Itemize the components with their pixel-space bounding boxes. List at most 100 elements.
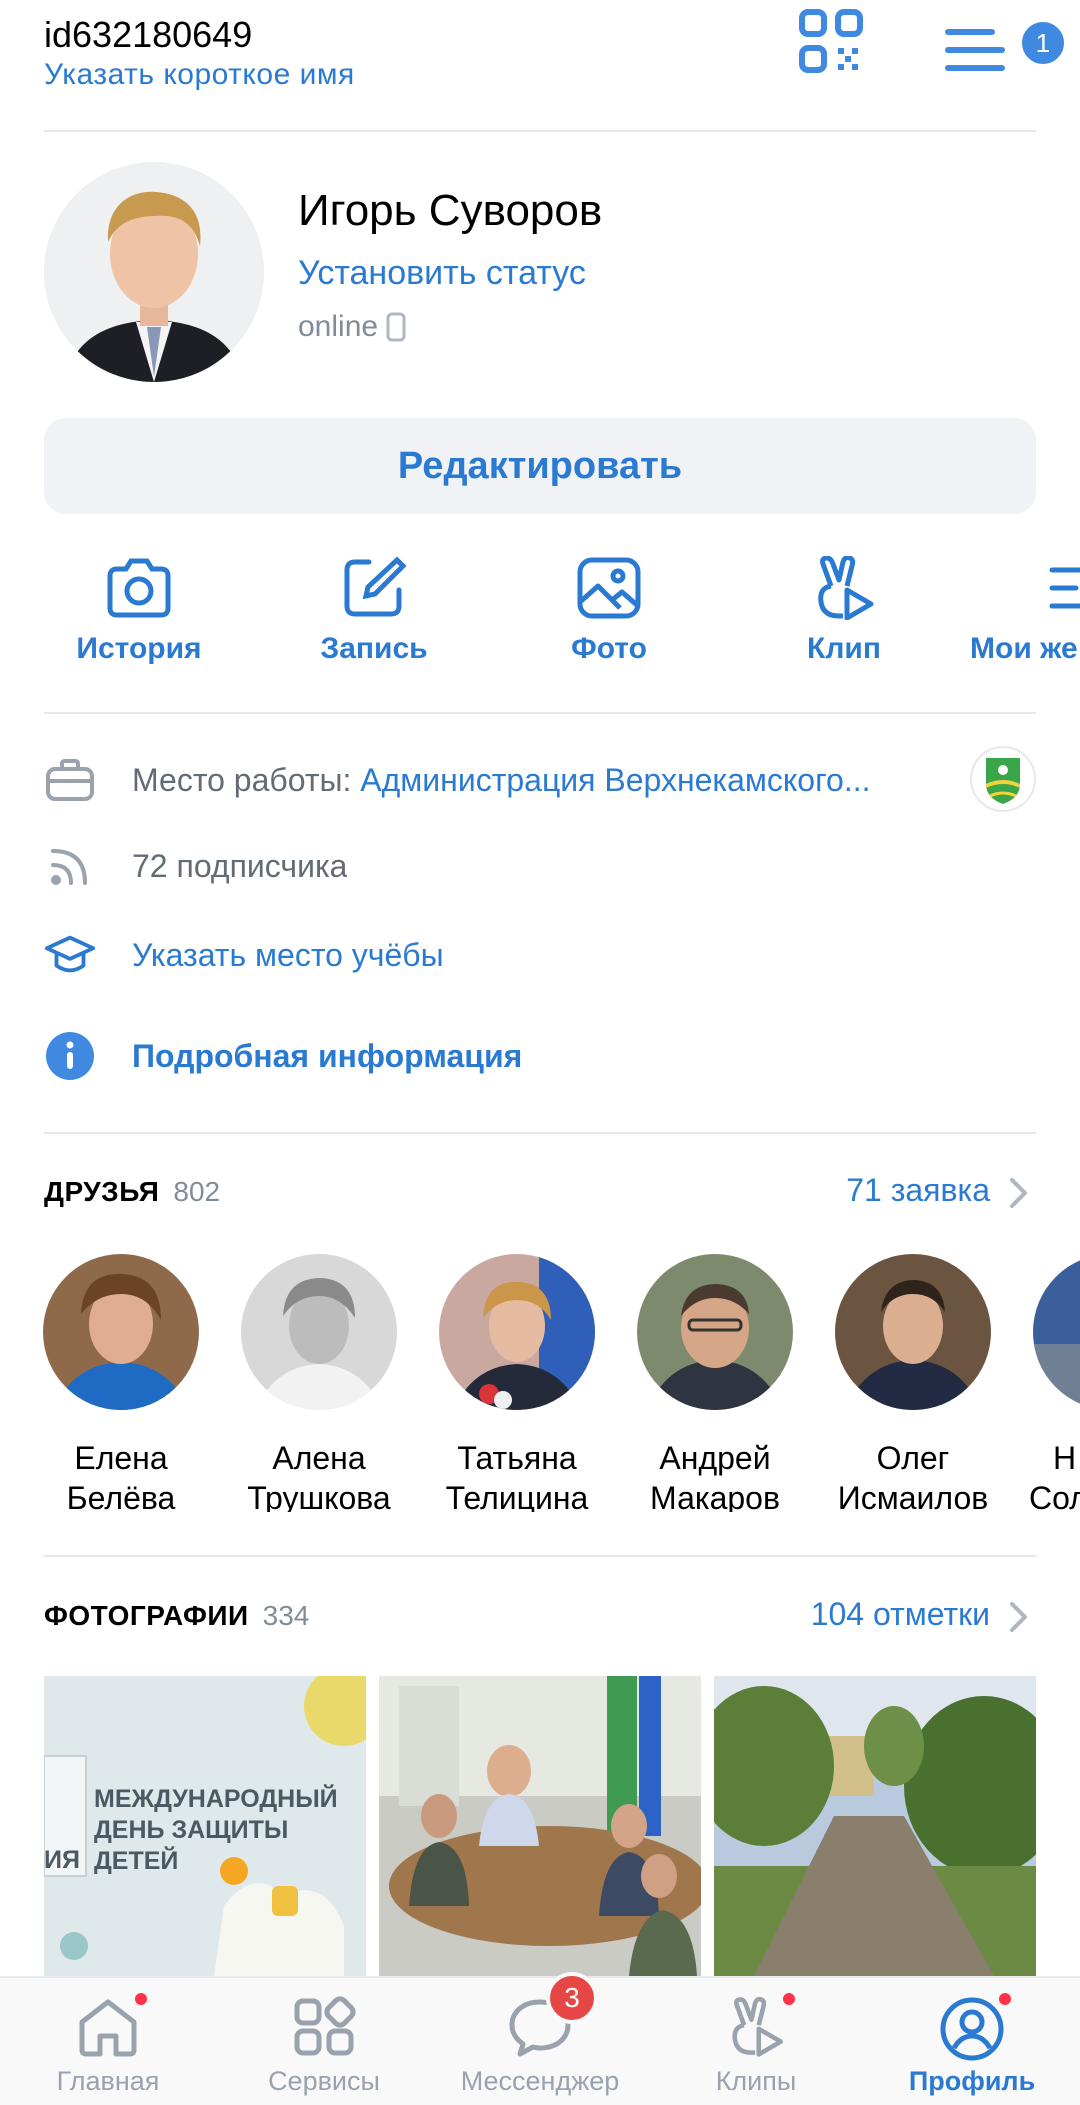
tab-messenger[interactable]: Мессенджер 3 <box>432 1972 648 2105</box>
notification-dot <box>132 1990 150 2008</box>
action-clip[interactable]: Клип <box>744 556 944 686</box>
friend-item[interactable]: Н Сол <box>1021 1252 1080 1512</box>
tab-label: Профиль <box>908 2066 1036 2096</box>
friend-last-name: Белёва <box>66 1480 176 1512</box>
action-label: Мои же <box>970 632 1078 665</box>
short-name-link[interactable]: Указать короткое имя <box>44 58 355 92</box>
photo-caption-line: ДЕНЬ ЗАЩИТЫ <box>94 1816 289 1844</box>
edit-note-icon <box>344 556 407 617</box>
friend-last-name: Макаров <box>650 1480 780 1512</box>
photo-thumbnail[interactable] <box>714 1676 1036 1976</box>
edit-profile-button[interactable]: Редактировать <box>44 418 1036 514</box>
online-text: online <box>298 310 379 343</box>
work-text: Место работы: Администрация Верхнекамско… <box>132 762 871 799</box>
menu-badge: 1 <box>1018 18 1068 68</box>
friend-first-name: Алена <box>272 1440 366 1476</box>
notification-dot <box>780 1990 798 2008</box>
clips-icon <box>732 1996 783 2057</box>
set-status-link[interactable]: Установить статус <box>298 254 586 293</box>
friend-item[interactable]: Татьяна Телицина <box>427 1252 607 1512</box>
mobile-icon <box>386 312 406 342</box>
action-my-likes[interactable]: Мои же <box>970 556 1080 686</box>
friend-avatar <box>43 1254 199 1410</box>
notification-dot <box>996 1990 1014 2008</box>
action-label: История <box>76 632 202 665</box>
friends-count: 802 <box>173 1176 221 1207</box>
work-logo[interactable] <box>970 746 1036 812</box>
followers-row[interactable]: 72 подписчика <box>44 836 1036 896</box>
photo-tags-link[interactable]: 104 отметки <box>811 1596 990 1633</box>
friend-requests-link[interactable]: 71 заявка <box>846 1172 990 1209</box>
friend-avatar <box>241 1254 397 1410</box>
friend-item[interactable]: Елена Белёва <box>31 1252 211 1512</box>
divider <box>44 1555 1036 1557</box>
photo-thumbnail[interactable] <box>379 1676 701 1976</box>
photos-header[interactable]: ФОТОГРАФИИ 334 104 отметки <box>44 1592 1036 1642</box>
tab-services[interactable]: Сервисы <box>216 1978 432 2105</box>
friends-header[interactable]: ДРУЗЬЯ 802 71 заявка <box>44 1168 1036 1218</box>
divider <box>44 1132 1036 1134</box>
friend-first-name: Андрей <box>659 1440 771 1476</box>
friend-last-name: Сол <box>1029 1480 1080 1512</box>
divider <box>44 130 1036 132</box>
tab-profile[interactable]: Профиль <box>864 1978 1080 2105</box>
photos-grid: МЕЖДУНАРОДНЫЙ ДЕНЬ ЗАЩИТЫ ДЕТЕЙ ИЯ <box>44 1676 1036 1976</box>
info-icon <box>44 1030 96 1082</box>
tab-clips[interactable]: Клипы <box>648 1978 864 2105</box>
photo-thumbnail[interactable]: МЕЖДУНАРОДНЫЙ ДЕНЬ ЗАЩИТЫ ДЕТЕЙ ИЯ <box>44 1676 366 1976</box>
services-icon <box>294 1996 356 2056</box>
chevron-right-icon <box>1010 1602 1027 1632</box>
action-label: Клип <box>807 632 881 665</box>
friend-item[interactable]: Олег Исмаилов <box>823 1252 1003 1512</box>
friend-last-name: Трушкова <box>247 1480 391 1512</box>
profile-name: Игорь Суворов <box>298 186 603 235</box>
education-row[interactable]: Указать место учёбы <box>44 925 1036 985</box>
list-icon <box>1049 567 1080 609</box>
photos-title-text: ФОТОГРАФИИ <box>44 1600 249 1631</box>
friend-last-name: Телицина <box>445 1480 589 1512</box>
friend-avatar <box>637 1254 793 1410</box>
online-status: online <box>298 310 406 344</box>
work-row[interactable]: Место работы: Администрация Верхнекамско… <box>44 746 1036 812</box>
details-link[interactable]: Подробная информация <box>132 1038 522 1075</box>
action-story[interactable]: История <box>39 556 239 686</box>
quick-actions: История Запись Фото Клип Мои же <box>0 556 1080 686</box>
friend-avatar <box>439 1254 595 1410</box>
friend-avatar <box>835 1254 991 1410</box>
education-link[interactable]: Указать место учёбы <box>132 937 444 974</box>
qr-code-icon[interactable] <box>798 8 864 74</box>
tab-label: Клипы <box>715 2066 797 2096</box>
photos-count: 334 <box>262 1600 310 1631</box>
briefcase-icon <box>44 754 96 806</box>
tab-home[interactable]: Главная <box>0 1978 216 2105</box>
top-bar: id632180649 Указать короткое имя <box>44 14 1036 94</box>
avatar[interactable] <box>44 162 264 382</box>
friend-item[interactable]: Алена Трушкова <box>229 1252 409 1512</box>
action-photo[interactable]: Фото <box>509 556 709 686</box>
photo-caption: МЕЖДУНАРОДНЫЙ ДЕНЬ ЗАЩИТЫ ДЕТЕЙ <box>94 1784 338 1877</box>
details-row[interactable]: Подробная информация <box>44 1026 1036 1086</box>
work-label: Место работы: <box>132 761 361 798</box>
friend-first-name: Олег <box>876 1440 950 1476</box>
friend-item[interactable]: Андрей Макаров <box>625 1252 805 1512</box>
bottom-tab-bar: Главная Сервисы Мессенджер 3 Клипы Профи… <box>0 1972 1080 2105</box>
action-label: Фото <box>571 632 647 665</box>
friends-title: ДРУЗЬЯ 802 <box>44 1176 220 1208</box>
tab-label: Мессенджер <box>460 2066 620 2096</box>
photos-title: ФОТОГРАФИИ 334 <box>44 1600 309 1632</box>
user-id: id632180649 <box>44 14 253 55</box>
rss-icon <box>44 840 96 892</box>
friend-last-name: Исмаилов <box>837 1480 989 1512</box>
followers-text: 72 подписчика <box>132 847 348 884</box>
friends-list: Елена Белёва Алена Трушкова Татьяна Тели… <box>0 1252 1080 1512</box>
camera-icon <box>107 558 171 618</box>
tab-label: Главная <box>56 2066 160 2096</box>
friend-first-name: Елена <box>74 1440 168 1476</box>
menu-icon[interactable] <box>940 10 1012 80</box>
work-link[interactable]: Администрация Верхнекамского... <box>360 762 870 798</box>
photo-caption-line: МЕЖДУНАРОДНЫЙ <box>94 1785 338 1813</box>
chevron-right-icon <box>1010 1178 1027 1208</box>
photo-icon <box>577 557 641 619</box>
action-label: Запись <box>320 632 428 665</box>
action-post[interactable]: Запись <box>274 556 474 686</box>
